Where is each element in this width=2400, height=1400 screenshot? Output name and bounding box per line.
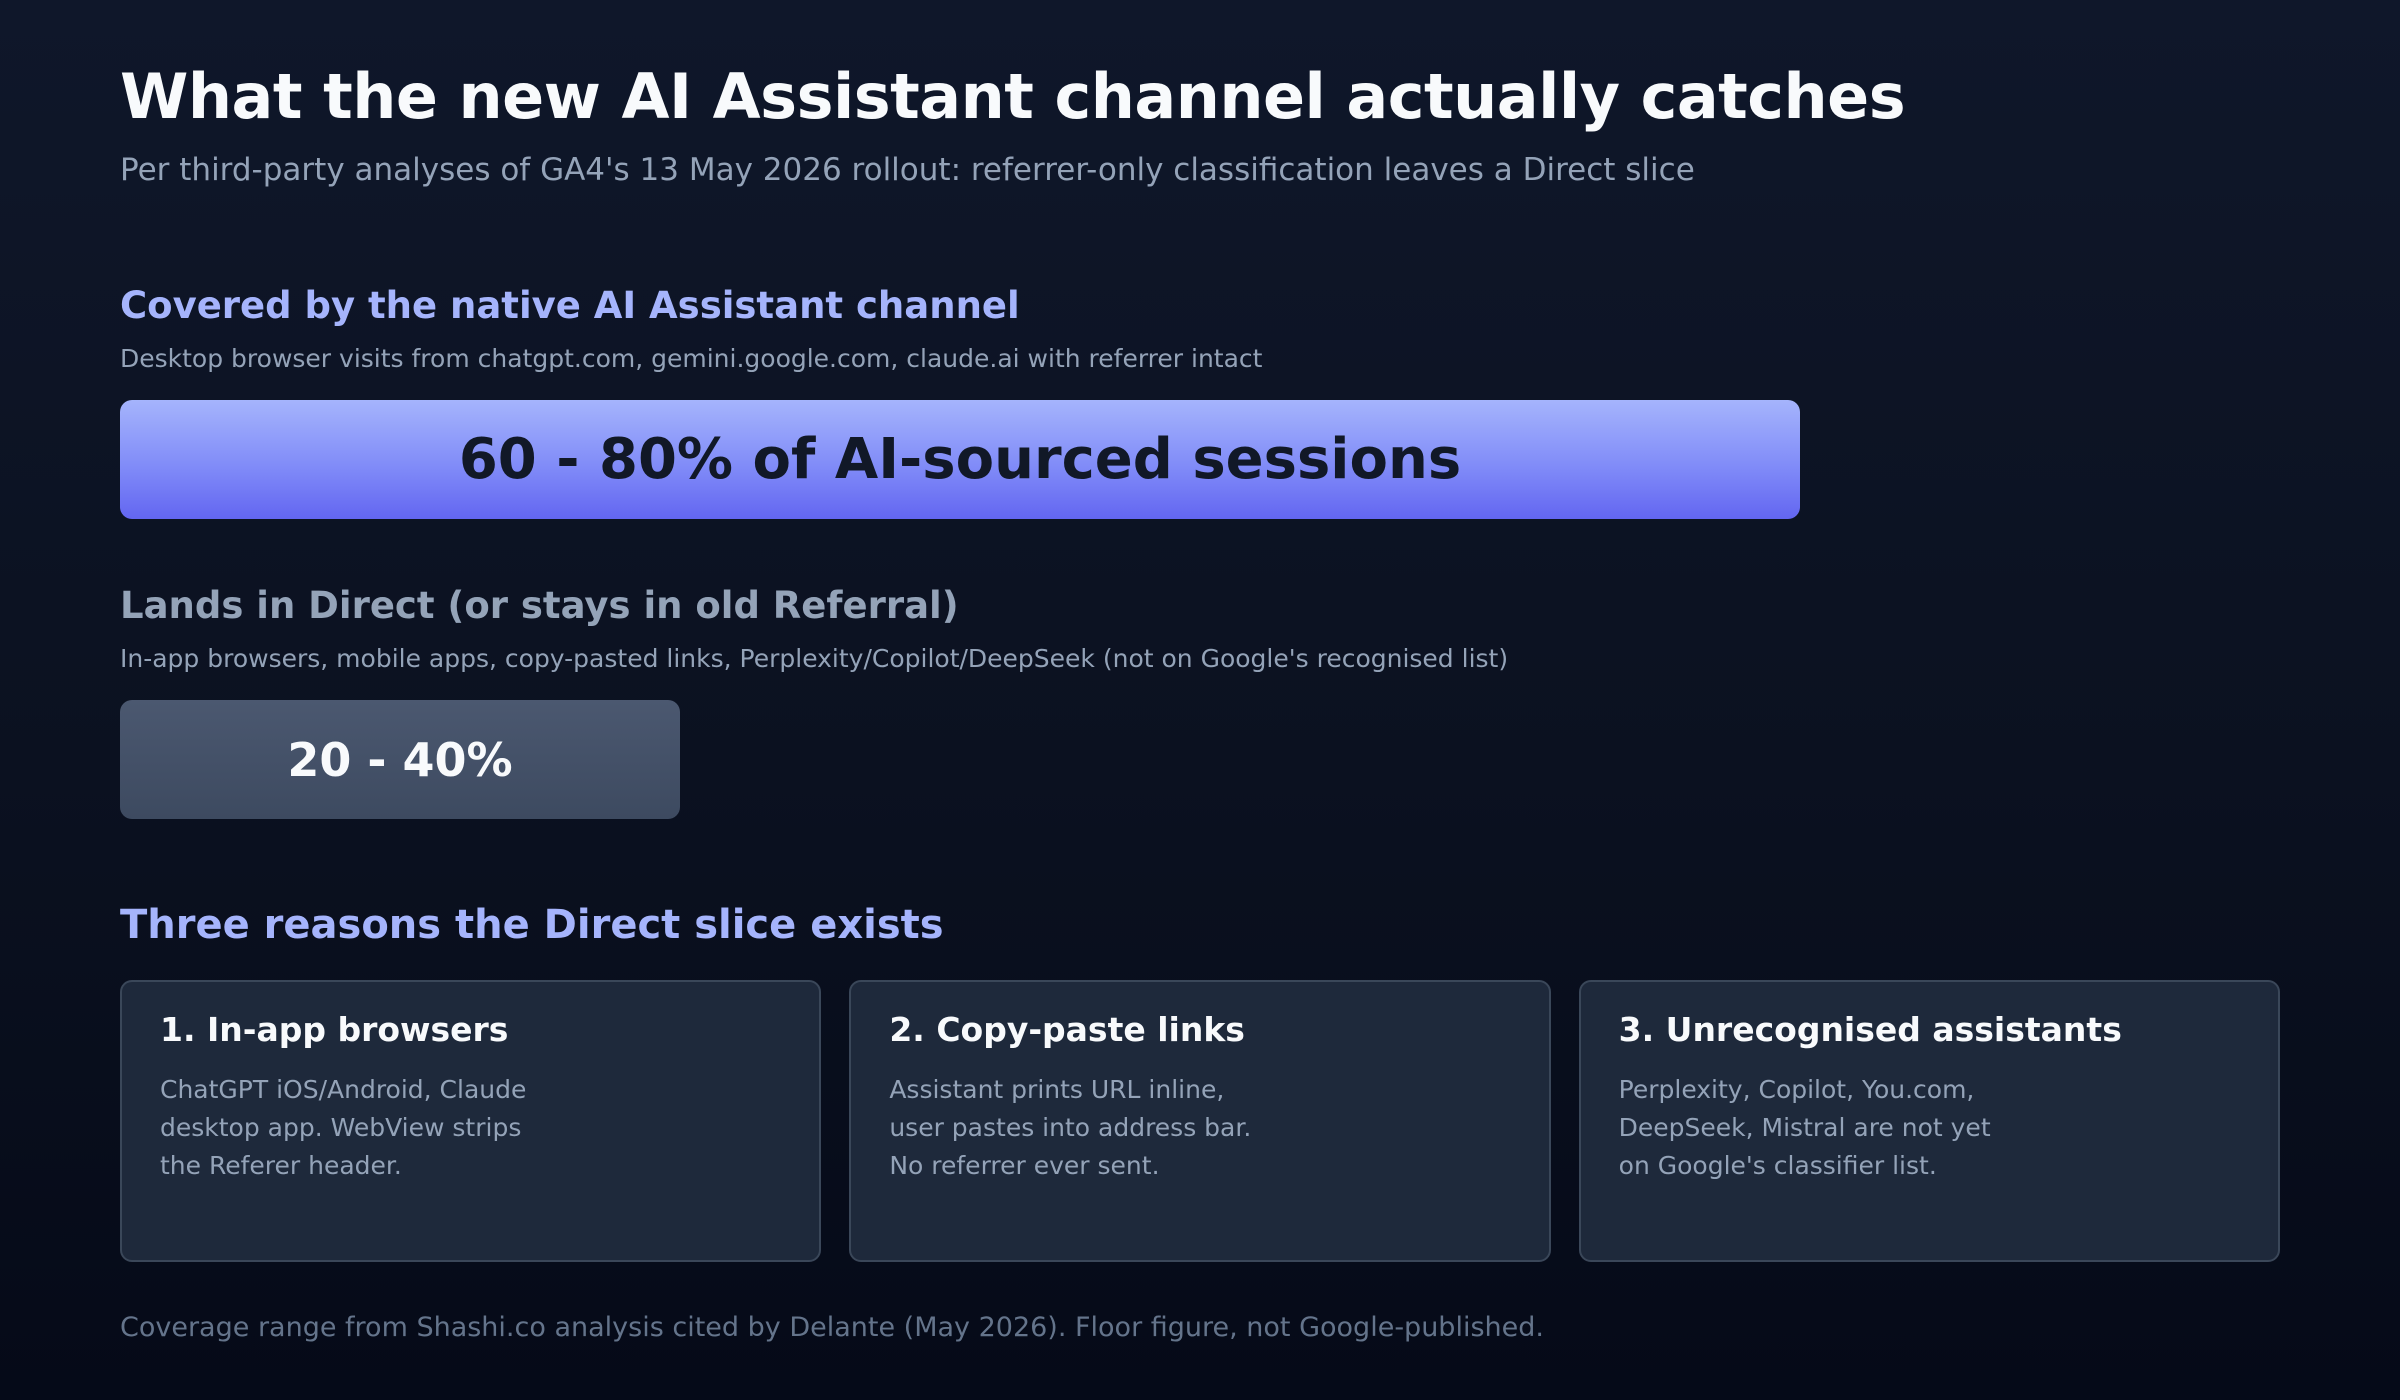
reason-card-title: 3. Unrecognised assistants — [1618, 1010, 2122, 1049]
reason-card-in-app-browsers: 1. In-app browsers ChatGPT iOS/Android, … — [120, 980, 822, 1262]
reason-card-body: ChatGPT iOS/Android, Claude desktop app.… — [160, 1071, 781, 1185]
reason-card-title: 2. Copy-paste links — [889, 1010, 1245, 1049]
covered-range-label: 60 - 80% of AI-sourced sessions — [458, 427, 1462, 492]
reason-card-title: 1. In-app browsers — [160, 1010, 509, 1049]
page-subtitle: Per third-party analyses of GA4's 13 May… — [120, 152, 1695, 188]
reason-card-body: Assistant prints URL inline, user pastes… — [889, 1071, 1510, 1185]
page-title: What the new AI Assistant channel actual… — [120, 60, 1906, 133]
reason-card-line: DeepSeek, Mistral are not yet — [1618, 1113, 1991, 1142]
direct-range-bar: 20 - 40% — [120, 700, 680, 819]
reason-card-copy-paste-links: 2. Copy-paste links Assistant prints URL… — [849, 980, 1551, 1262]
reason-card-line: ChatGPT iOS/Android, Claude — [160, 1075, 527, 1104]
reason-card-line: Assistant prints URL inline, — [889, 1075, 1225, 1104]
reason-card-body: Perplexity, Copilot, You.com, DeepSeek, … — [1619, 1071, 2240, 1185]
direct-section-heading: Lands in Direct (or stays in old Referra… — [120, 584, 959, 627]
reason-card-line: Perplexity, Copilot, You.com, — [1618, 1075, 1975, 1104]
covered-range-bar: 60 - 80% of AI-sourced sessions — [120, 400, 1800, 519]
reason-cards: 1. In-app browsers ChatGPT iOS/Android, … — [120, 980, 2280, 1262]
reason-card-line: on Google's classifier list. — [1618, 1151, 1937, 1180]
direct-section-description: In-app browsers, mobile apps, copy-paste… — [120, 644, 1509, 673]
source-footnote: Coverage range from Shashi.co analysis c… — [120, 1312, 1544, 1343]
reason-card-line: desktop app. WebView strips — [160, 1113, 522, 1142]
reason-card-line: the Referer header. — [160, 1151, 402, 1180]
reason-card-line: user pastes into address bar. — [889, 1113, 1252, 1142]
covered-section-heading: Covered by the native AI Assistant chann… — [120, 284, 1020, 327]
infographic: What the new AI Assistant channel actual… — [120, 0, 2280, 1400]
direct-range-label: 20 - 40% — [287, 732, 513, 787]
reasons-heading: Three reasons the Direct slice exists — [120, 902, 944, 948]
reason-card-unrecognised-assistants: 3. Unrecognised assistants Perplexity, C… — [1578, 980, 2280, 1262]
reason-card-line: No referrer ever sent. — [889, 1151, 1160, 1180]
covered-section-description: Desktop browser visits from chatgpt.com,… — [120, 344, 1263, 373]
